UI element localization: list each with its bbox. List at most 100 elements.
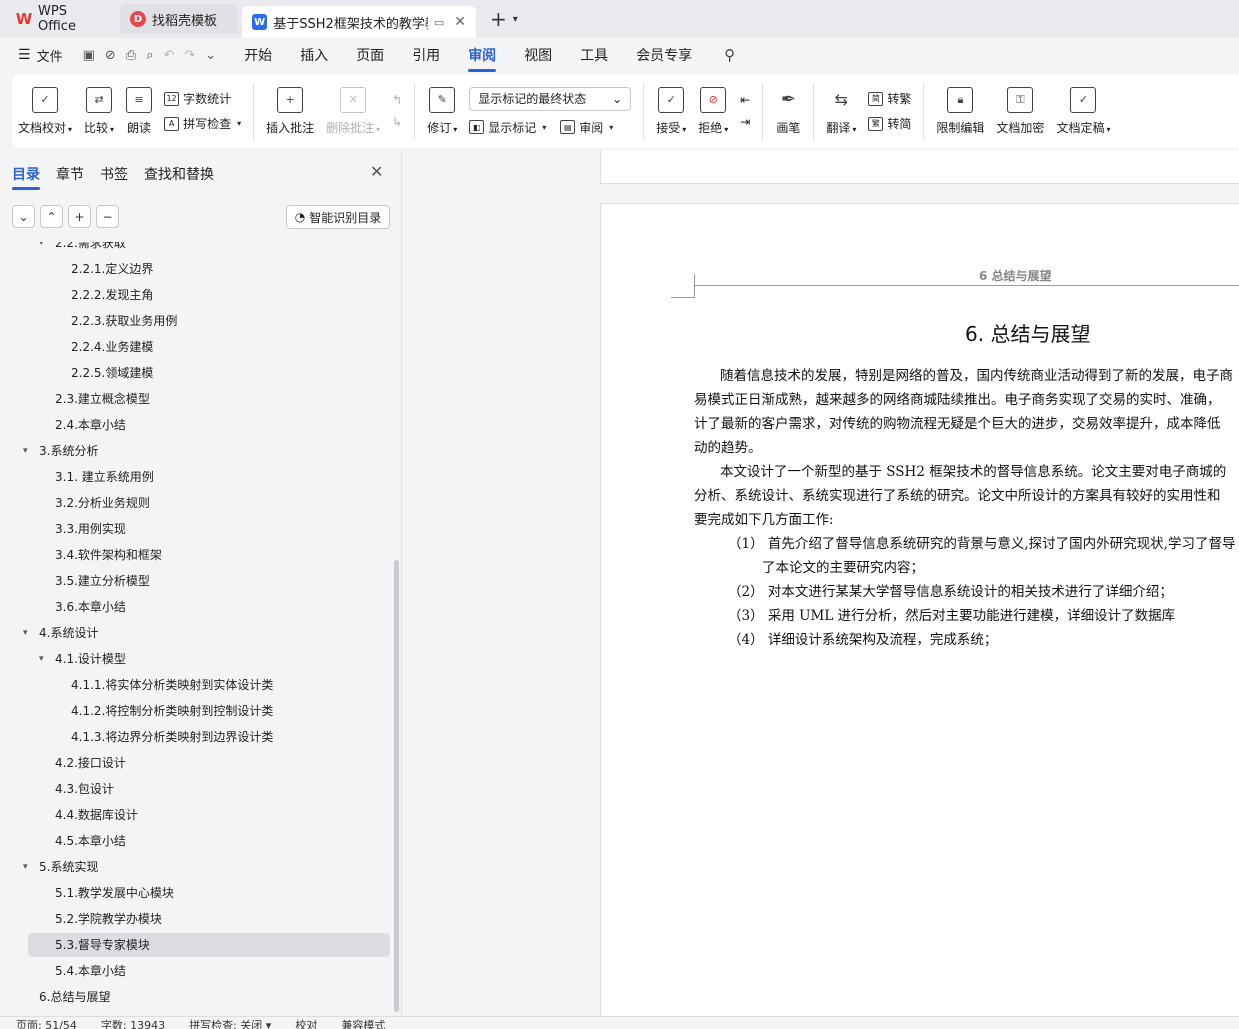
toc-item[interactable]: 3.5.建立分析模型 xyxy=(55,569,150,593)
show-markup-button[interactable]: ◧ 显示标记 ▾ xyxy=(469,119,546,136)
toc-item[interactable]: 3.6.本章小结 xyxy=(55,595,126,619)
to-traditional-button[interactable]: 简转繁 xyxy=(868,90,911,107)
finalize-button[interactable]: ✓ 文档定稿 ▾ xyxy=(1050,86,1116,136)
menu-member[interactable]: 会员专享 xyxy=(636,45,692,65)
collapse-arrow-icon[interactable]: ▾ xyxy=(39,647,44,671)
link-icon[interactable]: ⊘ xyxy=(105,48,116,63)
read-aloud-button[interactable]: ≡ 朗读 xyxy=(120,86,158,136)
toc-item[interactable]: 2.2.5.领域建模 xyxy=(71,361,153,385)
print-preview-icon[interactable]: ⌕ xyxy=(146,48,153,63)
toc-item[interactable]: 4.1.2.将控制分析类映射到控制设计类 xyxy=(71,699,273,723)
add-heading-icon[interactable]: + xyxy=(68,205,91,228)
remove-heading-icon[interactable]: − xyxy=(96,205,119,228)
file-menu[interactable]: ☰ 文件 xyxy=(18,46,63,65)
tab-toc[interactable]: 目录 xyxy=(12,164,40,190)
previous-change-icon[interactable]: ⇤ xyxy=(740,93,750,107)
to-simplified-button[interactable]: 繁转简 xyxy=(868,115,911,132)
doc-check-button[interactable]: ✓ 文档校对 ▾ xyxy=(12,86,78,136)
toc-item[interactable]: 4.5.本章小结 xyxy=(55,829,126,853)
toc-item[interactable]: 6.总结与展望 xyxy=(39,985,110,1009)
collapse-arrow-icon[interactable]: ▾ xyxy=(23,855,28,879)
toc-item[interactable]: 3.1. 建立系统用例 xyxy=(55,465,154,489)
document-page[interactable]: 6 总结与展望 6. 总结与展望 随着信息技术的发展，特别是网络的普及，国内传统… xyxy=(600,203,1239,1016)
insert-comment-button[interactable]: + 插入批注 xyxy=(260,86,320,136)
translate-button[interactable]: ⇆ 翻译 ▾ xyxy=(820,87,862,136)
chevron-down-icon[interactable]: ▾ xyxy=(513,14,518,25)
menu-reference[interactable]: 引用 xyxy=(412,45,440,65)
accept-button[interactable]: ✓ 接受 ▾ xyxy=(650,86,692,136)
menu-start[interactable]: 开始 xyxy=(244,45,272,65)
document-body[interactable]: 随着信息技术的发展，特别是网络的普及，国内传统商业活动得到了新的发展，电子商 易模… xyxy=(694,364,1239,652)
toc-item[interactable]: 3.3.用例实现 xyxy=(55,517,126,541)
next-change-icon[interactable]: ⇥ xyxy=(740,115,750,129)
search-icon[interactable]: ⚲ xyxy=(724,46,735,64)
tab-bookmarks[interactable]: 书签 xyxy=(100,164,128,184)
collapse-all-icon[interactable]: ⌃ xyxy=(40,205,63,228)
close-icon[interactable]: ✕ xyxy=(454,14,466,30)
toc-item[interactable]: 2.4.本章小结 xyxy=(55,413,126,437)
toc-item[interactable]: 4.1.1.将实体分析类映射到实体设计类 xyxy=(71,673,273,697)
previous-comment-icon[interactable]: ↰ xyxy=(392,93,402,107)
toc-item[interactable]: 5.1.教学发展中心模块 xyxy=(55,881,174,905)
proofread-status[interactable]: 校对 xyxy=(295,1018,317,1029)
toc-item[interactable]: 3.2.分析业务规则 xyxy=(55,491,150,515)
delete-comment-button[interactable]: ✕ 删除批注 ▾ xyxy=(320,86,386,136)
word-count-button[interactable]: 12 字数统计 xyxy=(164,90,241,107)
toc-item[interactable]: ▾ 4.系统设计 xyxy=(23,621,98,645)
toc-item[interactable]: ▾ 5.系统实现 xyxy=(23,855,98,879)
menu-insert[interactable]: 插入 xyxy=(300,45,328,65)
smart-toc-button[interactable]: ◔ 智能识别目录 xyxy=(286,205,390,229)
toc-item[interactable]: 5.2.学院教学办模块 xyxy=(55,907,162,931)
panel-scrollbar[interactable] xyxy=(394,560,399,1012)
encrypt-button[interactable]: ⚿ 文档加密 xyxy=(990,86,1050,136)
toc-item[interactable]: 2.2.4.业务建模 xyxy=(71,335,153,359)
redo-icon[interactable]: ↷ xyxy=(184,48,195,63)
toc-item[interactable]: 3.4.软件架构和框架 xyxy=(55,543,162,567)
toc-item[interactable]: 4.4.数据库设计 xyxy=(55,803,138,827)
chevron-down-icon[interactable]: ⌄ xyxy=(205,48,216,63)
tab-template[interactable]: D 找稻壳模板 xyxy=(120,4,238,34)
collapse-arrow-icon[interactable]: ▾ xyxy=(39,242,44,255)
toc-item[interactable]: 4.1.3.将边界分析类映射到边界设计类 xyxy=(71,725,273,749)
toc-item[interactable]: 2.3.建立概念模型 xyxy=(55,387,150,411)
page-indicator[interactable]: 页面: 51/54 xyxy=(16,1018,77,1029)
spell-check-status[interactable]: 拼写检查: 关闭 ▾ xyxy=(189,1018,271,1029)
next-comment-icon[interactable]: ↳ xyxy=(392,115,402,129)
toc-item[interactable]: 2.2.1.定义边界 xyxy=(71,257,153,281)
review-pane-button[interactable]: ▤ 审阅 ▾ xyxy=(560,119,613,136)
toc-item[interactable]: 4.3.包设计 xyxy=(55,777,114,801)
reject-button[interactable]: ⊘ 拒绝 ▾ xyxy=(692,86,734,136)
tab-find-replace[interactable]: 查找和替换 xyxy=(144,164,214,184)
restrict-edit-button[interactable]: 🔒︎ 限制编辑 xyxy=(930,86,990,136)
word-count-status[interactable]: 字数: 13943 xyxy=(101,1018,165,1029)
tab-wps-office[interactable]: W WPS Office xyxy=(6,4,116,34)
save-icon[interactable]: ▣ xyxy=(83,48,95,63)
menu-tools[interactable]: 工具 xyxy=(580,45,608,65)
menu-review[interactable]: 审阅 xyxy=(468,45,497,72)
tab-chapters[interactable]: 章节 xyxy=(56,164,84,184)
expand-all-icon[interactable]: ⌄ xyxy=(12,205,35,228)
menu-view[interactable]: 视图 xyxy=(524,45,552,65)
collapse-arrow-icon[interactable]: ▾ xyxy=(23,439,28,463)
toc-item[interactable]: 5.4.本章小结 xyxy=(55,959,126,983)
pen-button[interactable]: ✒ 画笔 xyxy=(769,87,807,136)
screen-icon[interactable]: ▭ xyxy=(434,16,444,29)
print-icon[interactable]: ⎙ xyxy=(126,48,136,63)
spell-check-button[interactable]: A 拼写检查 ▾ xyxy=(164,115,241,132)
tab-document[interactable]: W 基于SSH2框架技术的教学教务 ▭ ✕ xyxy=(242,6,476,38)
toc-item[interactable]: 2.2.2.发现主角 xyxy=(71,283,153,307)
toc-item[interactable]: ▾ 2.2.需求获取 xyxy=(39,242,126,255)
toc-item[interactable]: 2.2.3.获取业务用例 xyxy=(71,309,177,333)
menu-page[interactable]: 页面 xyxy=(356,45,384,65)
track-changes-button[interactable]: ✎ 修订 ▾ xyxy=(421,86,463,136)
toc-item[interactable]: ▾ 4.1.设计模型 xyxy=(39,647,126,671)
new-tab-icon[interactable]: + xyxy=(490,7,507,31)
undo-icon[interactable]: ↶ xyxy=(163,48,174,63)
toc-item[interactable]: 5.3.督导专家模块 xyxy=(55,933,150,957)
toc-item[interactable]: 4.2.接口设计 xyxy=(55,751,126,775)
toc-item[interactable]: ▾ 3.系统分析 xyxy=(23,439,98,463)
markup-state-select[interactable]: 显示标记的最终状态 ⌄ xyxy=(469,86,632,111)
compare-button[interactable]: ⇄ 比较 ▾ xyxy=(78,86,120,136)
close-icon[interactable]: ✕ xyxy=(370,162,383,181)
collapse-arrow-icon[interactable]: ▾ xyxy=(23,621,28,645)
